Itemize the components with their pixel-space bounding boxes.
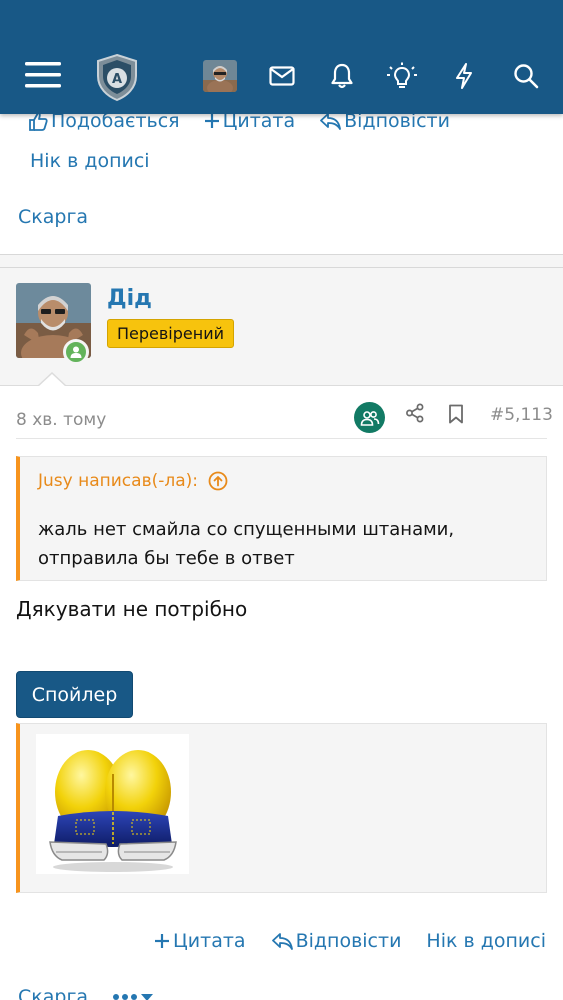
bell-icon[interactable] xyxy=(324,58,360,94)
reply-label: Відповісти xyxy=(295,930,402,952)
quote-author-label: Jusy написав(-ла): xyxy=(38,471,198,491)
header-user-avatar[interactable] xyxy=(203,60,237,92)
nick-in-post-link[interactable]: Нік в дописі xyxy=(30,150,150,172)
nick-in-post-link[interactable]: Нік в дописі xyxy=(426,930,546,952)
plus-icon xyxy=(204,114,219,128)
report-link[interactable]: Скарга xyxy=(18,986,88,1000)
plus-icon xyxy=(155,934,170,948)
post-number-link[interactable]: #5,113 xyxy=(490,405,553,425)
report-link[interactable]: Скарга xyxy=(18,206,88,228)
post-separator xyxy=(0,254,563,268)
spoiler-content xyxy=(16,723,547,893)
user-title-badge: Перевірений xyxy=(107,319,235,348)
quote-author-link[interactable]: Jusy написав(-ла): xyxy=(38,471,228,491)
smiley-butt-image xyxy=(36,734,189,874)
top-header: A xyxy=(0,0,563,114)
menu-icon[interactable] xyxy=(24,57,62,93)
lightning-icon[interactable] xyxy=(446,58,482,94)
reply-arrow-icon xyxy=(271,933,293,950)
reply-arrow-icon xyxy=(320,113,342,130)
username[interactable]: Дід xyxy=(107,286,152,311)
reply-link[interactable]: Відповісти xyxy=(271,930,402,952)
post-time[interactable]: 8 хв. тому xyxy=(16,410,106,430)
thumbs-up-icon xyxy=(29,112,48,131)
share-icon[interactable] xyxy=(405,403,425,427)
arrow-up-circle-icon xyxy=(208,471,228,491)
quote-link[interactable]: Цитата xyxy=(154,930,246,952)
quote-label: Цитата xyxy=(173,930,246,952)
quote-text: жаль нет смайла со спущенными штанами, о… xyxy=(38,519,455,569)
svg-text:A: A xyxy=(112,72,122,87)
spoiler-button[interactable]: Спойлер xyxy=(16,671,133,718)
online-status-icon xyxy=(63,339,89,365)
mail-icon[interactable] xyxy=(264,58,300,94)
group-users-icon[interactable] xyxy=(354,402,385,433)
site-logo-shield-icon[interactable]: A xyxy=(92,52,142,102)
post-meta: 8 хв. тому #5,113 xyxy=(0,386,563,440)
search-icon[interactable] xyxy=(508,58,544,94)
more-options-icon[interactable] xyxy=(112,990,156,1000)
bookmark-icon[interactable] xyxy=(448,404,464,428)
meta-divider xyxy=(16,438,547,439)
lightbulb-icon[interactable] xyxy=(384,58,420,94)
post-user-area: Дід Перевірений xyxy=(0,268,563,387)
quote-block: Jusy написав(-ла): жаль нет смайла со сп… xyxy=(16,456,547,581)
message-text: Дякувати не потрібно xyxy=(16,597,248,621)
